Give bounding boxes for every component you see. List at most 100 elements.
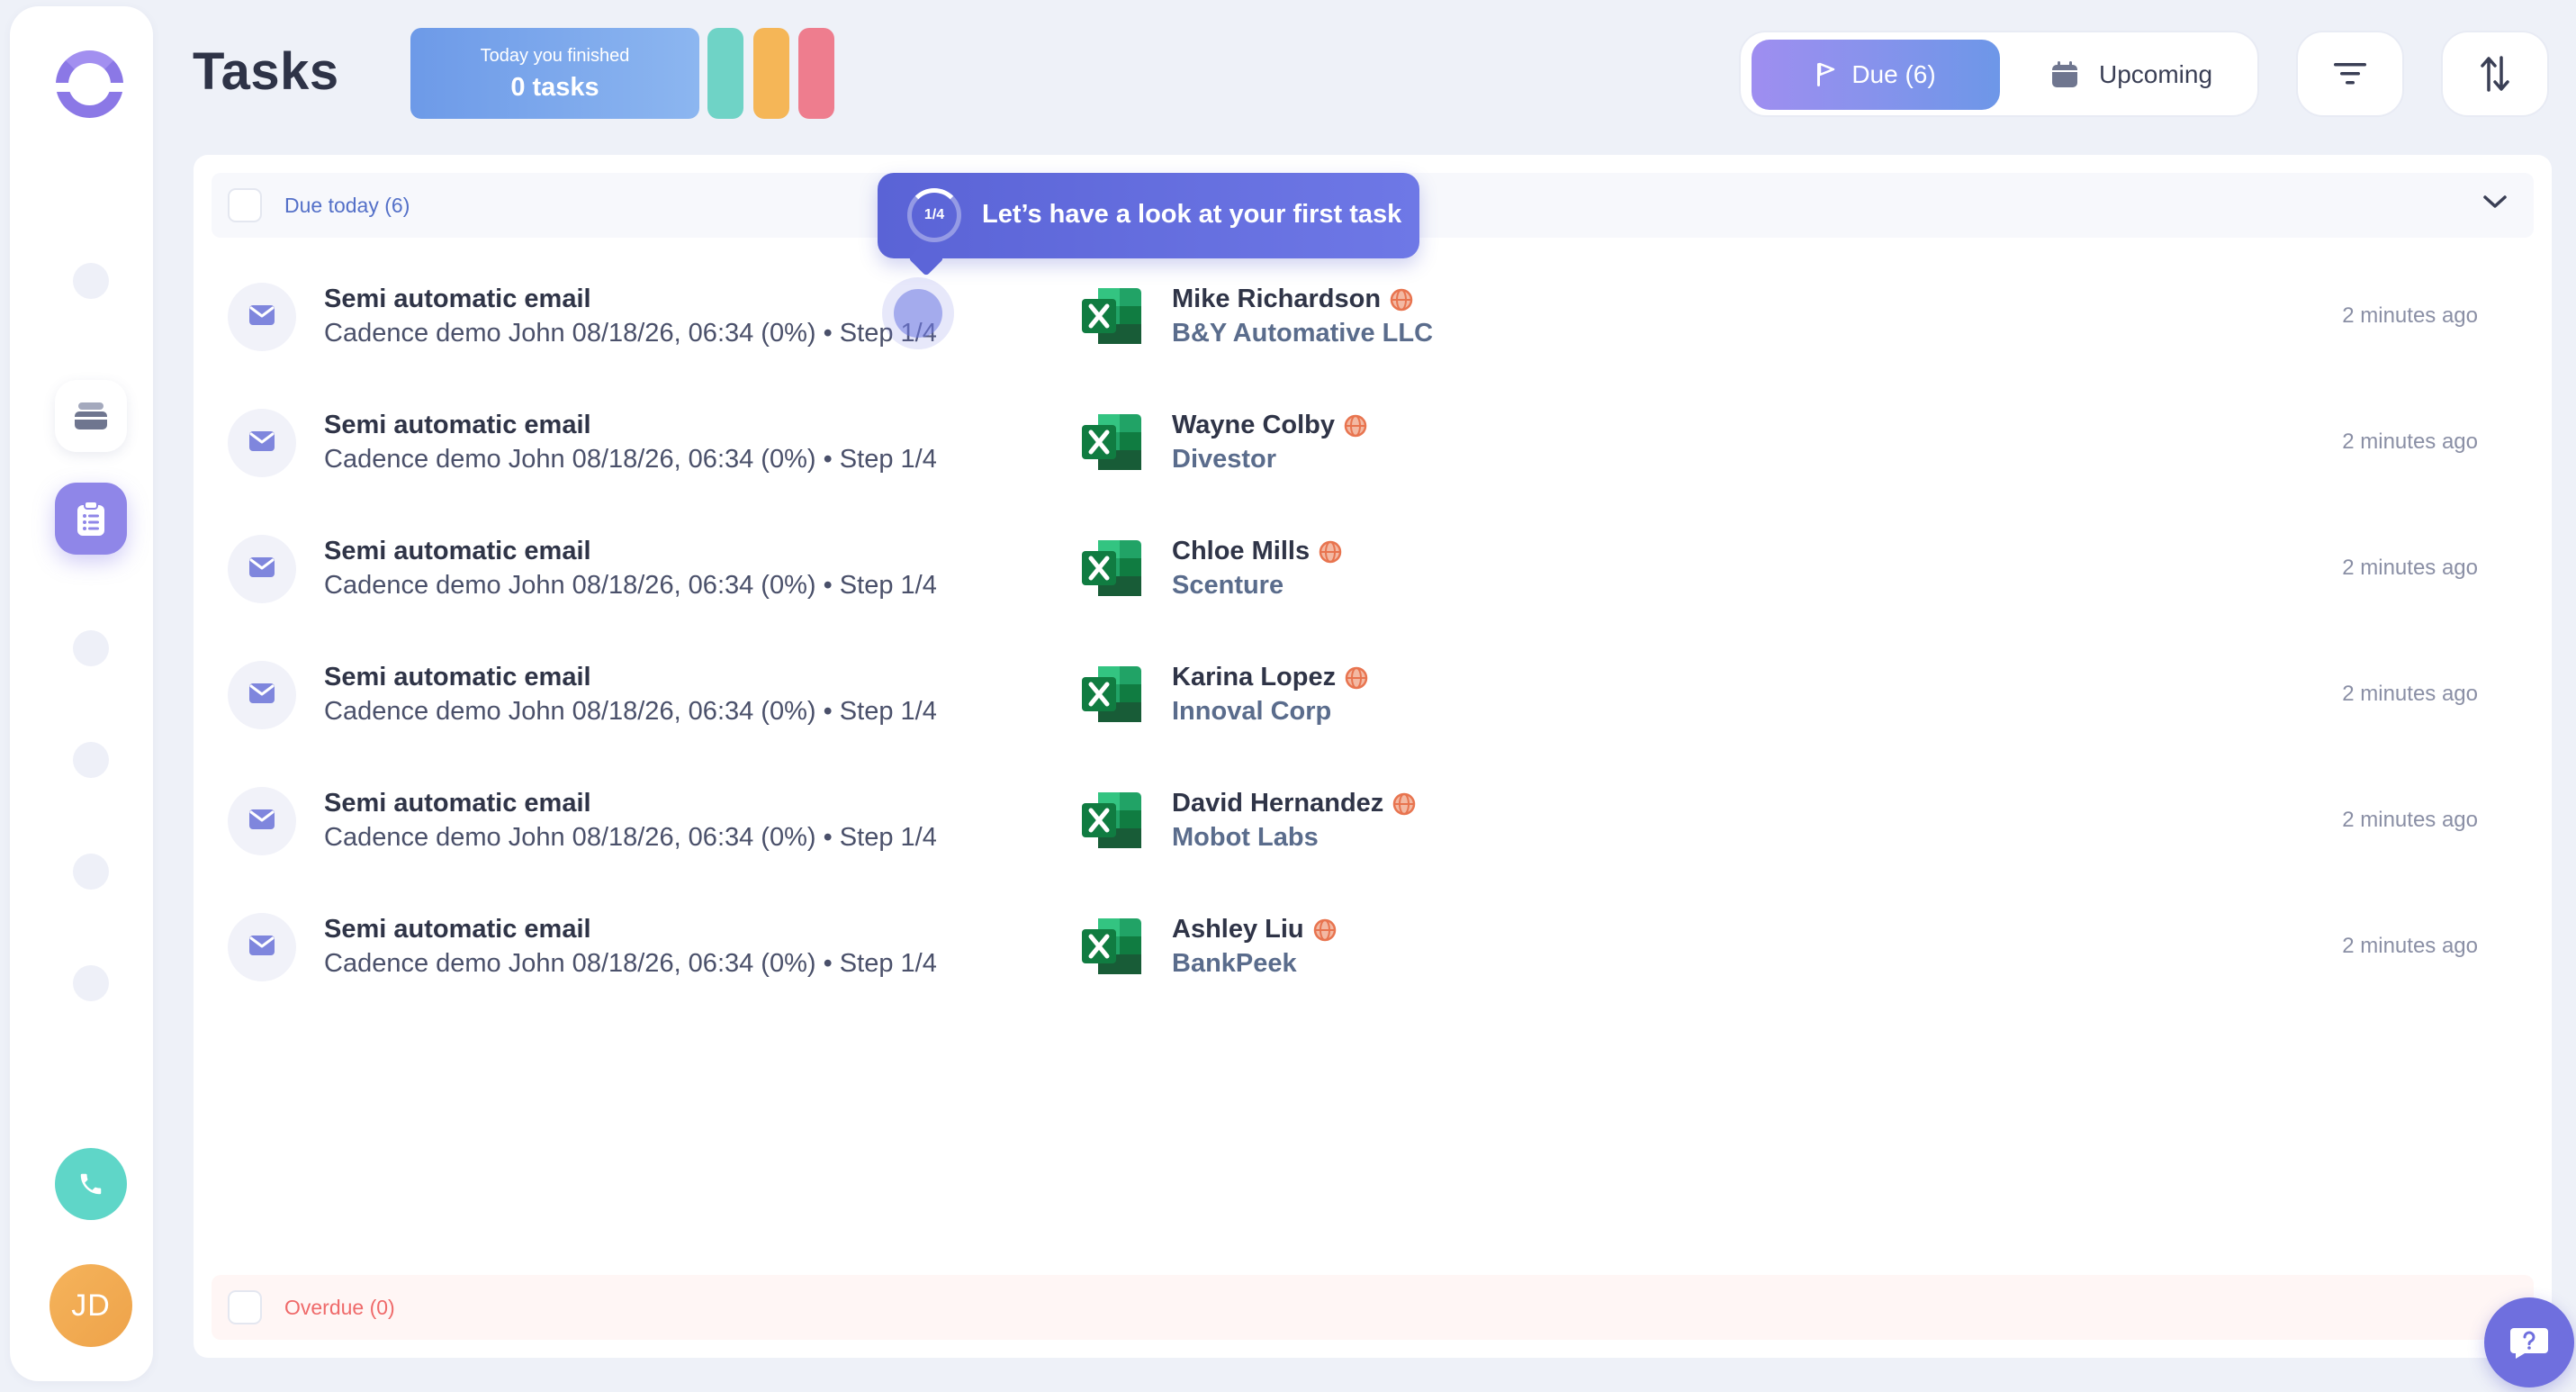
- task-type-badge: [228, 787, 296, 855]
- task-title[interactable]: Semi automatic email: [324, 789, 591, 818]
- contact-name[interactable]: Chloe Mills: [1172, 537, 1310, 566]
- onboarding-tooltip[interactable]: 1/4 Let’s have a look at your first task: [878, 173, 1419, 258]
- task-row[interactable]: Semi automatic email Cadence demo John 08…: [194, 506, 2552, 632]
- due-today-label: Due today (6): [284, 193, 410, 217]
- filter-button[interactable]: [2296, 31, 2404, 117]
- task-type-badge: [228, 409, 296, 477]
- tab-due-label: Due (6): [1851, 60, 1936, 88]
- globe-icon: [1344, 414, 1367, 438]
- task-title[interactable]: Semi automatic email: [324, 411, 591, 440]
- globe-icon: [1313, 918, 1337, 942]
- inbox-stack-icon: [75, 402, 107, 429]
- onboarding-hotspot[interactable]: [882, 277, 954, 349]
- contact-name-wrap[interactable]: Ashley Liu: [1172, 915, 1337, 945]
- globe-icon: [1345, 666, 1368, 690]
- progress-pill-orange: [753, 28, 789, 119]
- sidebar-item-placeholder[interactable]: [73, 854, 109, 890]
- sidebar: JD: [10, 6, 153, 1381]
- task-row[interactable]: Semi automatic email Cadence demo John 08…: [194, 632, 2552, 758]
- task-cadence-step: Cadence demo John 08/18/26, 06:34 (0%) •…: [324, 319, 937, 348]
- flag-icon: [1817, 62, 1835, 86]
- mail-icon: [248, 935, 275, 961]
- sidebar-item-placeholder[interactable]: [73, 742, 109, 778]
- task-row[interactable]: Semi automatic email Cadence demo John 08…: [194, 254, 2552, 380]
- task-type-badge: [228, 535, 296, 603]
- task-timestamp: 2 minutes ago: [2342, 429, 2478, 454]
- task-title[interactable]: Semi automatic email: [324, 663, 591, 692]
- contact-name[interactable]: Ashley Liu: [1172, 915, 1304, 945]
- filter-icon: [2334, 63, 2366, 85]
- progress-pill-pink: [798, 28, 834, 119]
- tab-upcoming[interactable]: Upcoming: [2011, 40, 2252, 110]
- excel-icon: [1080, 286, 1145, 346]
- help-chat-button[interactable]: [2484, 1297, 2574, 1387]
- contact-company[interactable]: Scenture: [1172, 571, 1283, 601]
- sidebar-item-placeholder[interactable]: [73, 965, 109, 1001]
- excel-icon: [1080, 412, 1145, 472]
- calendar-icon: [2051, 61, 2077, 87]
- task-row[interactable]: Semi automatic email Cadence demo John 08…: [194, 884, 2552, 1010]
- overdue-group-header[interactable]: Overdue (0): [212, 1275, 2534, 1340]
- tooltip-text: Let’s have a look at your first task: [982, 200, 1402, 229]
- page-title: Tasks: [193, 42, 339, 101]
- task-timestamp: 2 minutes ago: [2342, 682, 2478, 706]
- globe-icon: [1390, 288, 1413, 312]
- excel-icon: [1080, 538, 1145, 598]
- contact-name-wrap[interactable]: Mike Richardson: [1172, 285, 1413, 314]
- sort-button[interactable]: [2441, 31, 2549, 117]
- task-view-tabs: Due (6) Upcoming: [1739, 31, 2259, 117]
- contact-company[interactable]: B&Y Automative LLC: [1172, 319, 1433, 348]
- select-all-overdue-checkbox[interactable]: [228, 1290, 262, 1324]
- contact-company[interactable]: Divestor: [1172, 445, 1276, 475]
- contact-name[interactable]: Mike Richardson: [1172, 285, 1381, 314]
- mail-icon: [248, 682, 275, 709]
- user-avatar[interactable]: JD: [50, 1264, 132, 1347]
- task-title[interactable]: Semi automatic email: [324, 285, 591, 314]
- dialer-button[interactable]: [55, 1148, 127, 1220]
- contact-company[interactable]: Innoval Corp: [1172, 697, 1331, 727]
- contact-name[interactable]: Karina Lopez: [1172, 663, 1336, 692]
- contact-company[interactable]: BankPeek: [1172, 949, 1297, 979]
- task-timestamp: 2 minutes ago: [2342, 808, 2478, 832]
- select-all-due-checkbox[interactable]: [228, 188, 262, 222]
- task-cadence-step: Cadence demo John 08/18/26, 06:34 (0%) •…: [324, 823, 937, 852]
- clipboard-icon: [77, 501, 104, 536]
- task-row[interactable]: Semi automatic email Cadence demo John 08…: [194, 758, 2552, 884]
- task-timestamp: 2 minutes ago: [2342, 934, 2478, 958]
- task-row[interactable]: Semi automatic email Cadence demo John 08…: [194, 380, 2552, 506]
- question-icon: [2510, 1328, 2548, 1359]
- overdue-label: Overdue (0): [284, 1295, 395, 1319]
- task-title[interactable]: Semi automatic email: [324, 915, 591, 945]
- finished-caption: Today you finished: [480, 46, 630, 66]
- contact-name-wrap[interactable]: Wayne Colby: [1172, 411, 1367, 440]
- contact-name-wrap[interactable]: Chloe Mills: [1172, 537, 1342, 566]
- excel-icon: [1080, 917, 1145, 976]
- task-timestamp: 2 minutes ago: [2342, 556, 2478, 580]
- excel-icon: [1080, 664, 1145, 724]
- task-title[interactable]: Semi automatic email: [324, 537, 591, 566]
- mail-icon: [248, 304, 275, 330]
- task-timestamp: 2 minutes ago: [2342, 303, 2478, 328]
- app-logo[interactable]: [52, 50, 128, 118]
- task-list-panel: Due today (6) Semi automatic email Cadenc…: [194, 155, 2552, 1358]
- contact-name[interactable]: Wayne Colby: [1172, 411, 1335, 440]
- tooltip-step-indicator: 1/4: [907, 188, 961, 242]
- sidebar-item-tasks[interactable]: [55, 483, 127, 555]
- phone-icon: [80, 1173, 102, 1195]
- mail-icon: [248, 809, 275, 835]
- excel-icon: [1080, 791, 1145, 850]
- contact-name-wrap[interactable]: Karina Lopez: [1172, 663, 1368, 692]
- contact-name[interactable]: David Hernandez: [1172, 789, 1383, 818]
- sort-icon: [2481, 56, 2509, 92]
- sidebar-item-inbox[interactable]: [55, 380, 127, 452]
- contact-company[interactable]: Mobot Labs: [1172, 823, 1319, 853]
- contact-name-wrap[interactable]: David Hernandez: [1172, 789, 1416, 818]
- sidebar-item-placeholder[interactable]: [73, 263, 109, 299]
- sidebar-item-placeholder[interactable]: [73, 630, 109, 666]
- daily-progress-card: Today you finished 0 tasks: [410, 28, 699, 119]
- finished-count: 0 tasks: [510, 73, 599, 102]
- task-cadence-step: Cadence demo John 08/18/26, 06:34 (0%) •…: [324, 697, 937, 726]
- task-cadence-step: Cadence demo John 08/18/26, 06:34 (0%) •…: [324, 949, 937, 978]
- tab-due[interactable]: Due (6): [1752, 40, 2000, 110]
- chevron-down-icon[interactable]: [2481, 193, 2508, 211]
